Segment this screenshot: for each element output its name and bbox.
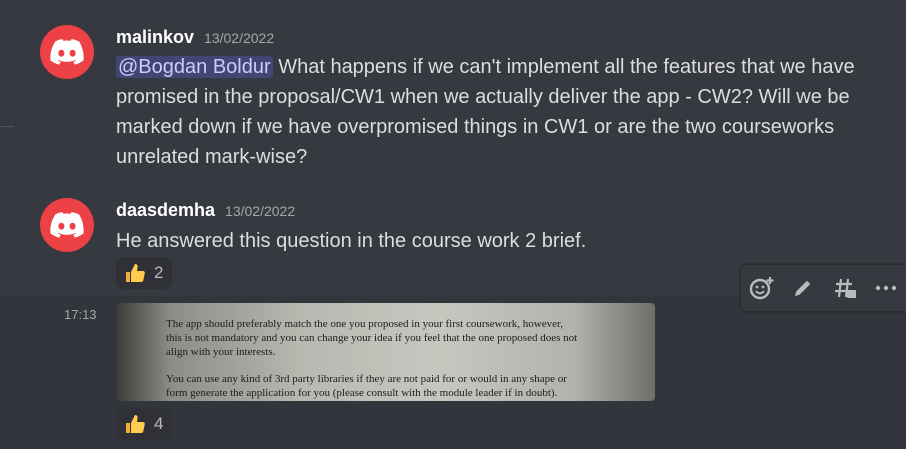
attachment-text-line: The app should preferably match the one …: [166, 318, 563, 330]
message-content: @Bogdan Boldur What happens if we can't …: [116, 52, 876, 172]
user-mention[interactable]: @Bogdan Boldur: [116, 56, 273, 78]
avatar[interactable]: [40, 198, 94, 252]
add-reaction-button[interactable]: [747, 273, 777, 303]
discord-logo-icon: [50, 212, 84, 238]
reaction-thumbs-up[interactable]: 4: [116, 408, 172, 440]
thumbs-up-icon: [126, 264, 145, 282]
reaction-thumbs-up[interactable]: 2: [116, 257, 172, 289]
create-thread-icon: [834, 278, 856, 298]
username[interactable]: daasdemha: [116, 200, 215, 221]
more-icon: [876, 285, 897, 291]
edit-icon: [795, 280, 811, 296]
thumbs-up-icon: [126, 415, 145, 433]
timestamp: 13/02/2022: [225, 203, 296, 219]
message-actions-toolbar: [740, 264, 906, 312]
message-malinkov: malinkov 13/02/2022 @Bogdan Boldur What …: [0, 0, 906, 180]
message-text: He answered this question in the course …: [116, 230, 587, 252]
attachment-text-line: form generate the application for you (p…: [166, 387, 558, 399]
attachment-text-line: You can use any kind of 3rd party librar…: [166, 373, 567, 385]
message-content: He answered this question in the course …: [116, 226, 876, 256]
more-button[interactable]: [871, 273, 901, 303]
attachment-text-line: align with your interests.: [166, 346, 276, 358]
avatar[interactable]: [40, 25, 94, 79]
create-thread-button[interactable]: [830, 273, 860, 303]
username[interactable]: malinkov: [116, 27, 194, 48]
image-attachment[interactable]: The app should preferably match the one …: [116, 303, 655, 401]
reaction-count: 2: [154, 263, 164, 282]
reaction-count: 4: [154, 414, 164, 433]
discord-logo-icon: [50, 39, 84, 65]
message-header: daasdemha 13/02/2022: [116, 200, 295, 221]
attachment-text-line: this is not mandatory and you can change…: [166, 332, 578, 344]
message-time[interactable]: 17:13: [64, 307, 97, 322]
edit-button[interactable]: [788, 273, 818, 303]
add-reaction-icon: [749, 277, 774, 300]
message-header: malinkov 13/02/2022: [116, 27, 274, 48]
timestamp: 13/02/2022: [204, 30, 275, 46]
